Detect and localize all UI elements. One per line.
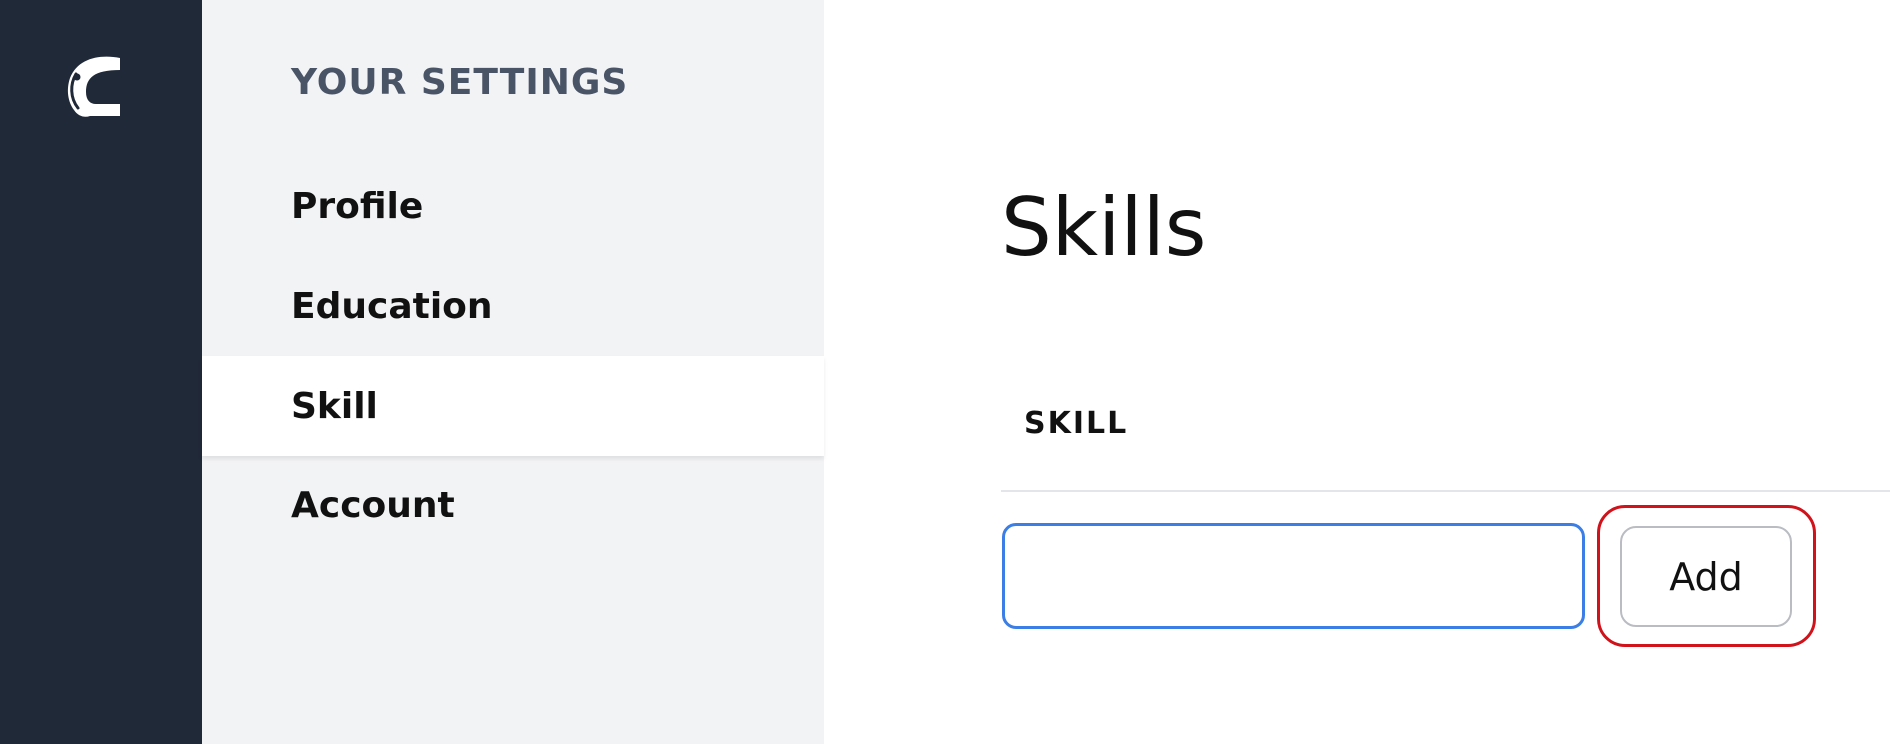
sidebar-item-account[interactable]: Account xyxy=(202,455,824,555)
add-skill-button[interactable]: Add xyxy=(1620,526,1792,627)
sidebar-item-profile[interactable]: Profile xyxy=(202,156,824,256)
skills-table-header: SKILL xyxy=(1001,386,1890,492)
page-title: Skills xyxy=(1001,181,1207,274)
settings-nav-list: Profile Education Skill Account xyxy=(202,0,824,744)
column-header-skill: SKILL xyxy=(1024,406,1129,441)
sidebar-item-education[interactable]: Education xyxy=(202,256,824,356)
skill-input[interactable] xyxy=(1002,523,1585,629)
settings-sidebar: YOUR SETTINGS Profile Education Skill Ac… xyxy=(202,0,824,744)
c-brand-logo-icon[interactable] xyxy=(60,52,124,122)
sidebar-item-skill[interactable]: Skill xyxy=(202,356,824,456)
app-rail xyxy=(0,0,202,744)
